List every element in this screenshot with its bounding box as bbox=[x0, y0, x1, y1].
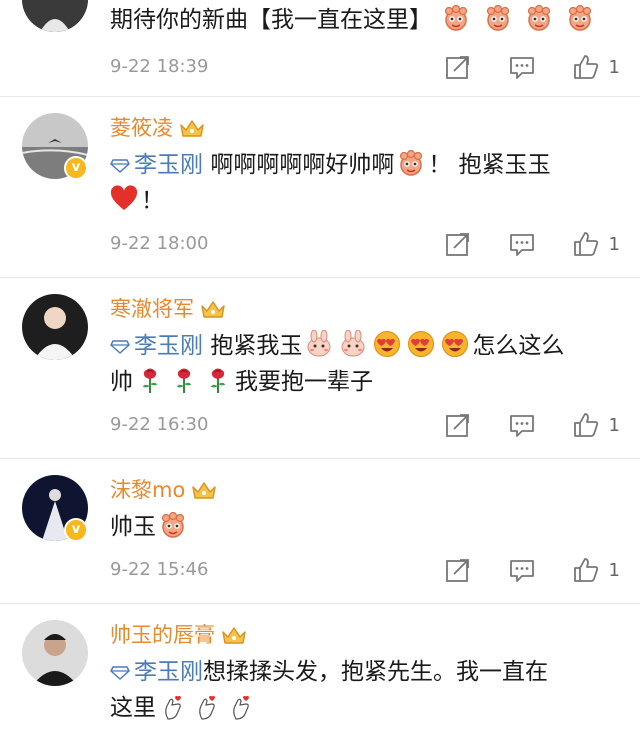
finger-heart-emoji-icon bbox=[159, 692, 187, 720]
heart-eyes-emoji-icon bbox=[441, 330, 469, 358]
bunny-emoji-icon bbox=[305, 330, 333, 358]
comment-item: v 菱筱凌 李玉刚 啊啊啊啊啊好帅啊！ 抱紧玉玉 ！ 9-22 18:00 1 bbox=[0, 97, 640, 278]
comment-time: 9-22 16:30 bbox=[110, 414, 209, 435]
share-icon[interactable] bbox=[445, 231, 471, 257]
comment-text: 李玉刚 啊啊啊啊啊好帅啊！ 抱紧玉玉 ！ bbox=[110, 147, 626, 219]
like-icon bbox=[573, 412, 599, 438]
username[interactable]: 沫黎mo bbox=[110, 475, 626, 505]
comment-time: 9-22 15:46 bbox=[110, 559, 209, 580]
comment-actions: 1 bbox=[407, 557, 620, 583]
comment-item: 寒澈将军 李玉刚 抱紧我玉 怎么这么 帅我要抱一辈子 9-22 16:30 1 bbox=[0, 278, 640, 459]
heart-eyes-emoji-icon bbox=[373, 330, 401, 358]
rose-emoji-icon bbox=[170, 366, 198, 394]
like-count: 1 bbox=[608, 56, 620, 78]
paw-emoji-icon bbox=[159, 511, 187, 539]
heart-emoji-icon bbox=[110, 185, 138, 213]
avatar-photo bbox=[22, 620, 88, 686]
verified-badge: v bbox=[64, 518, 88, 542]
mention-link[interactable]: 李玉刚 bbox=[110, 659, 203, 685]
paw-emoji-icon bbox=[525, 4, 553, 32]
like-icon bbox=[573, 54, 599, 80]
username[interactable]: 寒澈将军 bbox=[110, 294, 626, 324]
comment-text: 李玉刚想揉揉头发，抱紧先生。我一直在 这里 bbox=[110, 659, 548, 721]
bunny-emoji-icon bbox=[339, 330, 367, 358]
paw-emoji-icon bbox=[397, 149, 425, 177]
crown-icon bbox=[179, 117, 205, 139]
share-icon[interactable] bbox=[445, 54, 471, 80]
rose-emoji-icon bbox=[204, 366, 232, 394]
crown-icon bbox=[191, 479, 217, 501]
heart-eyes-emoji-icon bbox=[407, 330, 435, 358]
avatar[interactable] bbox=[22, 294, 88, 360]
reply-icon[interactable] bbox=[509, 412, 535, 438]
mention-link[interactable]: 李玉刚 bbox=[110, 333, 203, 359]
diamond-icon bbox=[110, 666, 130, 680]
like-button[interactable]: 1 bbox=[573, 557, 620, 583]
diamond-icon bbox=[110, 340, 130, 354]
reply-icon[interactable] bbox=[509, 231, 535, 257]
paw-emoji-icon bbox=[484, 4, 512, 32]
verified-badge: v bbox=[64, 156, 88, 180]
diamond-icon bbox=[110, 159, 130, 173]
avatar-photo bbox=[22, 0, 88, 32]
like-count: 1 bbox=[608, 414, 620, 436]
comment-time: 9-22 18:00 bbox=[110, 233, 209, 254]
comment-actions: 1 bbox=[407, 54, 620, 80]
share-icon[interactable] bbox=[445, 412, 471, 438]
comment-actions: 1 bbox=[407, 412, 620, 438]
comment-item: v 沫黎mo 帅玉 9-22 15:46 1 bbox=[0, 459, 640, 604]
reply-icon[interactable] bbox=[509, 557, 535, 583]
paw-emoji-icon bbox=[566, 4, 594, 32]
avatar[interactable] bbox=[22, 0, 88, 32]
crown-icon bbox=[221, 624, 247, 646]
comment-item: 期待你的新曲【我一直在这里】 9-22 18:39 1 bbox=[0, 0, 640, 97]
comment-time: 9-22 18:39 bbox=[110, 56, 209, 77]
like-icon bbox=[573, 557, 599, 583]
avatar-photo bbox=[22, 294, 88, 360]
rose-emoji-icon bbox=[136, 366, 164, 394]
like-icon bbox=[573, 231, 599, 257]
like-button[interactable]: 1 bbox=[573, 412, 620, 438]
share-icon[interactable] bbox=[445, 557, 471, 583]
finger-heart-emoji-icon bbox=[227, 692, 255, 720]
crown-icon bbox=[200, 298, 226, 320]
comment-actions: 1 bbox=[407, 231, 620, 257]
comment-text: 期待你的新曲【我一直在这里】 bbox=[110, 2, 626, 38]
comment-item: 帅玉的唇膏 李玉刚想揉揉头发，抱紧先生。我一直在 这里 bbox=[0, 604, 640, 734]
mention-link[interactable]: 李玉刚 bbox=[110, 152, 203, 178]
comment-text: 帅玉 bbox=[110, 509, 626, 545]
like-count: 1 bbox=[608, 233, 620, 255]
reply-icon[interactable] bbox=[509, 54, 535, 80]
like-button[interactable]: 1 bbox=[573, 54, 620, 80]
username[interactable]: 菱筱凌 bbox=[110, 113, 626, 143]
like-count: 1 bbox=[608, 559, 620, 581]
paw-emoji-icon bbox=[442, 4, 470, 32]
avatar[interactable] bbox=[22, 620, 88, 686]
finger-heart-emoji-icon bbox=[193, 692, 221, 720]
comment-text: 李玉刚 抱紧我玉 怎么这么 帅我要抱一辈子 bbox=[110, 328, 626, 400]
username[interactable]: 帅玉的唇膏 bbox=[110, 620, 626, 650]
like-button[interactable]: 1 bbox=[573, 231, 620, 257]
